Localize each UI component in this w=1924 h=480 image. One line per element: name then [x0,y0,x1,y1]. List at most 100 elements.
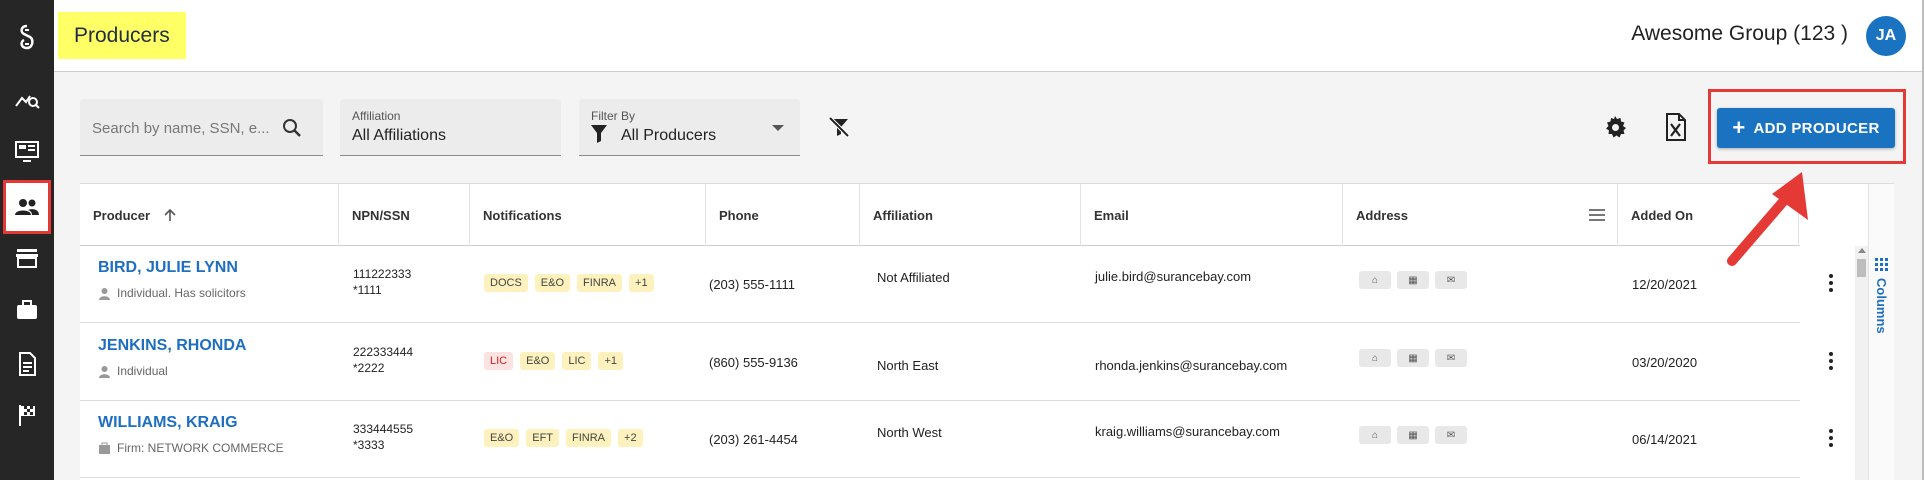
ssn-value: *2222 [353,361,385,375]
search-placeholder: Search by name, SSN, e... [92,120,270,137]
column-header-label: Phone [719,207,759,223]
scroll-up-icon[interactable] [1858,248,1866,253]
column-header-label: Email [1094,207,1129,223]
notification-badge[interactable]: +2 [618,429,643,447]
column-header-notifications[interactable]: Notifications [470,184,706,246]
filter-by-value: All Producers [621,127,717,144]
filter-by-select[interactable]: Filter By All Producers [579,99,800,156]
dashboard-icon[interactable] [0,124,54,178]
person-icon [99,287,110,300]
excel-export-icon[interactable] [1661,112,1691,142]
store-icon[interactable] [0,231,54,285]
people-icon[interactable] [3,180,51,234]
phone-value: (203) 555-1111 [709,277,796,292]
notification-badge[interactable]: +1 [598,352,624,370]
analytics-icon[interactable] [0,72,54,126]
column-header-label: Producer [93,207,151,223]
columns-panel-toggle[interactable]: Columns [1868,184,1894,480]
affiliation-value: All Affiliations [352,127,446,144]
notification-badge[interactable]: E&O [534,274,571,292]
mailing-address-icon[interactable]: ✉ [1435,271,1467,289]
document-icon[interactable] [0,337,54,391]
producer-cell: BIRD, JULIE LYNN Individual. Has solicito… [80,246,339,323]
producer-name-link[interactable]: JENKINS, RHONDA [98,337,246,355]
notification-badge[interactable]: +1 [629,274,654,292]
producer-subtitle: Individual. Has solicitors [98,286,246,300]
home-address-icon[interactable]: ⌂ [1359,426,1391,444]
email-cell: julie.bird@surancebay.com [1081,246,1343,323]
column-header-npn[interactable]: NPN/SSN [339,184,470,246]
column-header-label: Added On [1631,207,1694,223]
mailing-address-icon[interactable]: ✉ [1435,426,1467,444]
table-row[interactable]: WILLIAMS, KRAIG Firm: NETWORK COMMERCE 333… [80,401,1833,478]
home-address-icon[interactable]: ⌂ [1359,271,1391,289]
table-row[interactable]: JENKINS, RHONDA Individual 222333444 *2222 L… [80,324,1833,401]
notification-badge[interactable]: FINRA [566,429,612,447]
column-header-affiliation[interactable]: Affiliation [860,184,1081,246]
group-name[interactable]: Awesome Group (123 ) [1631,22,1848,46]
email-link[interactable]: julie.bird@surancebay.com [1095,269,1251,284]
row-actions-icon[interactable] [1819,349,1843,373]
add-producer-button[interactable]: + ADD PRODUCER [1717,108,1895,148]
address-cell: ⌂ ▦ ✉ [1343,246,1618,323]
affiliation-value: North West [877,425,942,440]
business-address-icon[interactable]: ▦ [1397,349,1429,367]
column-header-email[interactable]: Email [1081,184,1343,246]
notification-badge[interactable]: FINRA [577,274,623,292]
affiliation-value: North East [877,358,939,373]
affiliation-select[interactable]: Affiliation All Affiliations [340,99,561,156]
sort-ascending-icon[interactable] [164,208,176,222]
ssn-value: *3333 [353,438,385,452]
notifications-cell: LIC E&O LIC +1 [470,324,706,401]
table-row[interactable]: BIRD, JULIE LYNN Individual. Has solicito… [80,246,1833,323]
home-address-icon[interactable]: ⌂ [1359,349,1391,367]
plus-icon: + [1732,115,1746,140]
avatar[interactable]: JA [1866,16,1906,56]
npn-cell: 111222333 *1111 [339,246,470,323]
address-cell: ⌂ ▦ ✉ [1343,401,1618,478]
business-address-icon[interactable]: ▦ [1397,271,1429,289]
notification-badge[interactable]: EFT [526,429,560,447]
page-header: Producers Awesome Group (123 ) JA [54,0,1924,72]
column-header-label: Address [1356,207,1409,223]
producers-table: Producer NPN/SSN Notifications Phone Aff… [80,183,1894,480]
email-link[interactable]: kraig.williams@surancebay.com [1095,424,1280,439]
briefcase-icon[interactable] [0,283,54,337]
table-scrollbar[interactable] [1855,246,1868,480]
notifications-cell: E&O EFT FINRA +2 [470,401,706,478]
column-header-label: NPN/SSN [352,207,410,223]
npn-value: 222333444 [353,345,414,359]
business-address-icon[interactable]: ▦ [1397,426,1429,444]
column-menu-icon[interactable] [1589,209,1605,221]
clear-filter-icon[interactable] [824,112,854,142]
affiliation-label: Affiliation [352,109,401,123]
row-actions-icon[interactable] [1819,426,1843,450]
notification-badge[interactable]: E&O [484,429,520,447]
notification-badge[interactable]: LIC [484,352,514,370]
column-header-address[interactable]: Address [1343,184,1618,246]
funnel-icon [591,125,607,143]
email-link[interactable]: rhonda.jenkins@surancebay.com [1095,358,1287,373]
search-icon[interactable] [281,117,303,139]
flag-icon[interactable] [0,388,54,442]
column-header-phone[interactable]: Phone [706,184,860,246]
added-on-cell: 03/20/2020 [1618,324,1799,401]
email-cell: rhonda.jenkins@surancebay.com [1081,324,1343,401]
producer-name-link[interactable]: WILLIAMS, KRAIG [98,414,238,432]
notification-badge[interactable]: E&O [520,352,556,370]
added-on-cell: 06/14/2021 [1618,401,1799,478]
notification-badge[interactable]: LIC [562,352,592,370]
mailing-address-icon[interactable]: ✉ [1435,349,1467,367]
phone-cell: (860) 555-9136 [706,324,860,401]
scroll-thumb[interactable] [1857,259,1866,277]
logo-icon[interactable] [0,10,54,64]
search-input[interactable]: Search by name, SSN, e... [80,99,323,156]
gear-icon[interactable] [1600,112,1630,142]
producer-subtitle: Firm: NETWORK COMMERCE [98,441,284,455]
firm-icon [99,442,110,454]
notification-badge[interactable]: DOCS [484,274,528,292]
producer-name-link[interactable]: BIRD, JULIE LYNN [98,259,238,277]
column-header-producer[interactable]: Producer [80,184,339,246]
add-producer-label: ADD PRODUCER [1753,119,1880,137]
added-on-value: 12/20/2021 [1632,277,1698,292]
